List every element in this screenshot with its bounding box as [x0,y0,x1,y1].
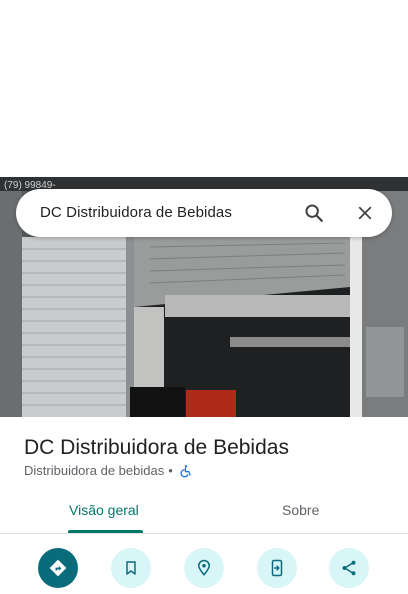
search-query-text[interactable]: DC Distribuidora de Bebidas [40,204,232,221]
search-bar[interactable]: DC Distribuidora de Bebidas [16,189,392,237]
directions-button[interactable] [38,548,78,588]
active-tab-indicator [68,530,143,533]
tab-bar: Visão geral Sobre [0,494,408,534]
separator-dot: • [168,463,173,478]
save-icon [126,561,136,575]
save-button[interactable] [111,548,151,588]
directions-icon [49,559,67,577]
share-icon [342,560,356,576]
place-category: Distribuidora de bebidas [24,463,165,478]
search-icon[interactable] [302,201,326,225]
tab-about[interactable]: Sobre [282,502,319,518]
wheelchair-accessible-icon [179,464,193,478]
action-bar [0,548,408,588]
share-button[interactable] [329,548,369,588]
send-to-phone-icon [271,559,283,577]
place-title: DC Distribuidora de Bebidas [24,436,289,459]
nearby-button[interactable] [184,548,224,588]
nearby-icon [197,559,211,576]
place-subtitle: Distribuidora de bebidas • [24,463,193,478]
close-icon[interactable] [353,201,377,225]
send-to-phone-button[interactable] [257,548,297,588]
tab-overview[interactable]: Visão geral [69,502,139,518]
